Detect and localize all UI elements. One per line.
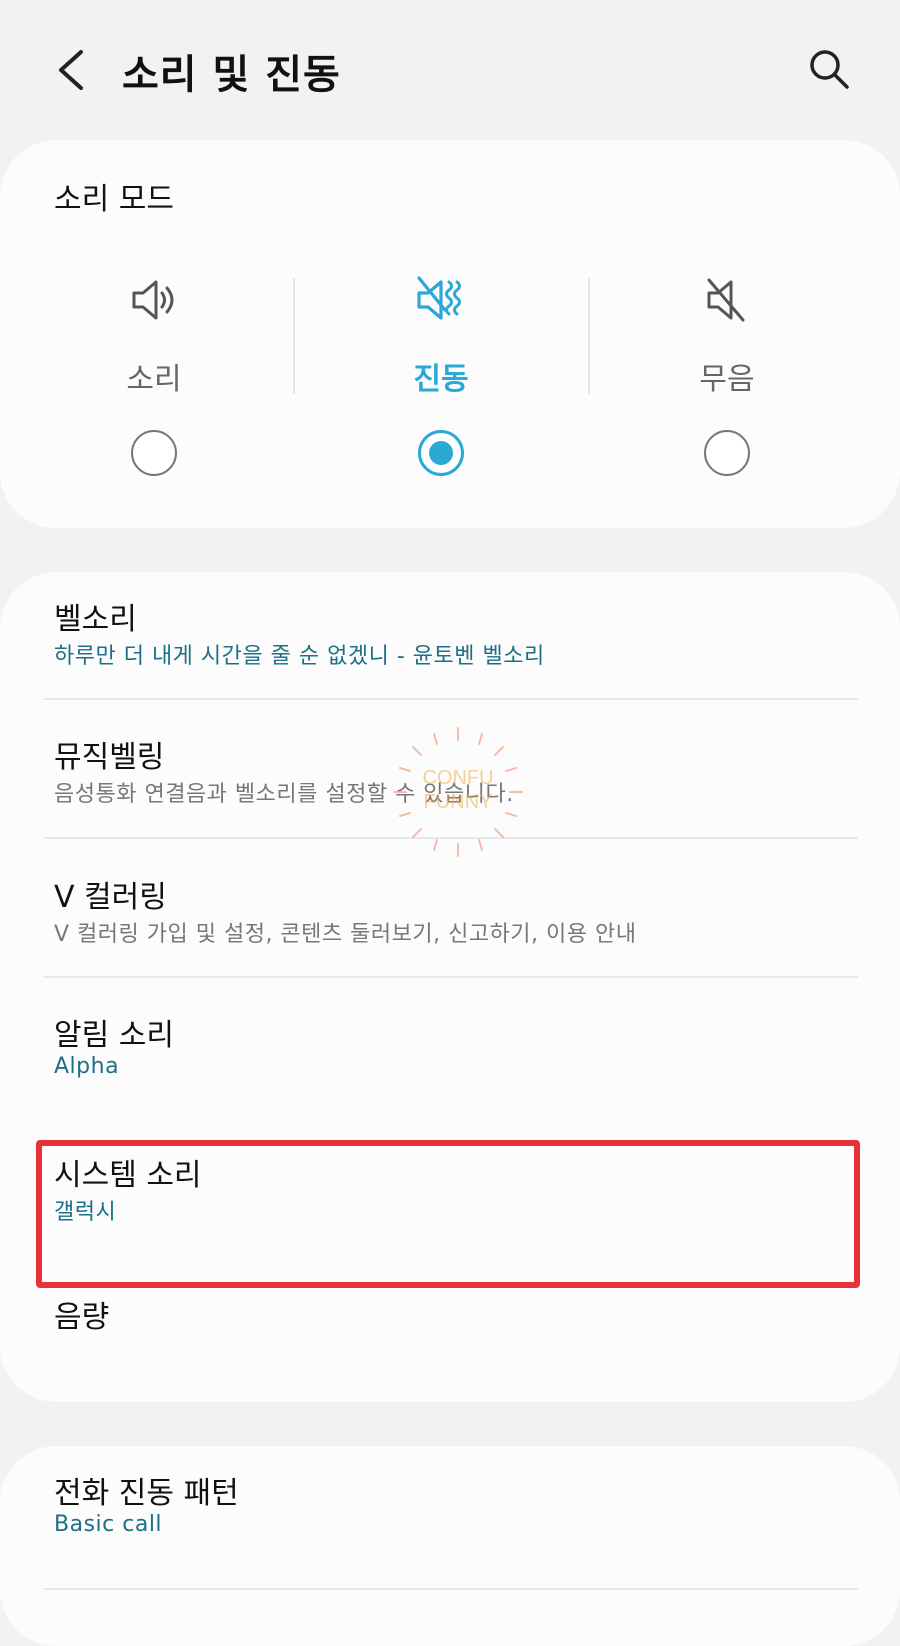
list-item-title: 알림 소리 (54, 1018, 174, 1053)
list-item-subtitle: Basic call (54, 1512, 163, 1537)
list-item-subtitle: Alpha (54, 1054, 120, 1079)
divider (44, 698, 858, 700)
watermark-line2: FUNNY (424, 791, 493, 813)
list-item-title: V 컬러링 (54, 880, 167, 915)
list-item-ringtone[interactable]: 벨소리 하루만 더 내게 시간을 줄 순 없겠니 - 윤토벤 벨소리 (0, 572, 900, 702)
sound-mode-radio-sound[interactable] (131, 430, 177, 476)
sound-mode-card: 소리 모드 소리 진동 무음 (0, 140, 900, 528)
sound-mode-option-vibrate[interactable]: 진동 (291, 258, 591, 518)
sound-mode-option-sound[interactable]: 소리 (4, 258, 304, 518)
back-button[interactable] (48, 45, 92, 95)
search-button[interactable] (806, 46, 852, 92)
list-item-title: 뮤직벨링 (54, 740, 165, 775)
sound-mode-title: 소리 모드 (54, 182, 174, 217)
list-item-title: 벨소리 (54, 602, 137, 637)
mute-icon (707, 278, 745, 322)
watermark-line1: CONFU (422, 767, 493, 789)
sound-mode-radio-vibrate[interactable] (418, 430, 464, 476)
sound-mode-label: 소리 (126, 362, 182, 397)
highlight-box (36, 1140, 860, 1288)
sound-mode-option-mute[interactable]: 무음 (577, 258, 877, 518)
list-item-volume[interactable]: 음량 (0, 1268, 900, 1368)
watermark-logo: CONFU FUNNY (393, 727, 523, 857)
list-item-title: 전화 진동 패턴 (54, 1476, 239, 1511)
divider (44, 976, 858, 978)
list-item-title: 음량 (54, 1300, 110, 1335)
search-icon (810, 50, 849, 89)
sound-mode-label: 무음 (699, 362, 755, 397)
sound-mode-radio-mute[interactable] (704, 430, 750, 476)
vibrate-icon (417, 276, 461, 320)
list-item-call-vibration-pattern[interactable]: 전화 진동 패턴 Basic call (0, 1446, 900, 1576)
list-item-v-coloring[interactable]: V 컬러링 V 컬러링 가입 및 설정, 콘텐츠 둘러보기, 신고하기, 이용 … (0, 850, 900, 980)
page-title: 소리 및 진동 (122, 52, 341, 98)
app-header: 소리 및 진동 (0, 0, 900, 140)
list-item-notification-sound[interactable]: 알림 소리 Alpha (0, 988, 900, 1118)
sound-mode-label: 진동 (413, 362, 469, 397)
chevron-left-icon (59, 50, 83, 90)
list-item-subtitle: 하루만 더 내게 시간을 줄 순 없겠니 - 윤토벤 벨소리 (54, 644, 545, 669)
speaker-icon (132, 280, 174, 320)
list-item-subtitle: V 컬러링 가입 및 설정, 콘텐츠 둘러보기, 신고하기, 이용 안내 (54, 922, 637, 947)
divider (44, 1588, 858, 1590)
